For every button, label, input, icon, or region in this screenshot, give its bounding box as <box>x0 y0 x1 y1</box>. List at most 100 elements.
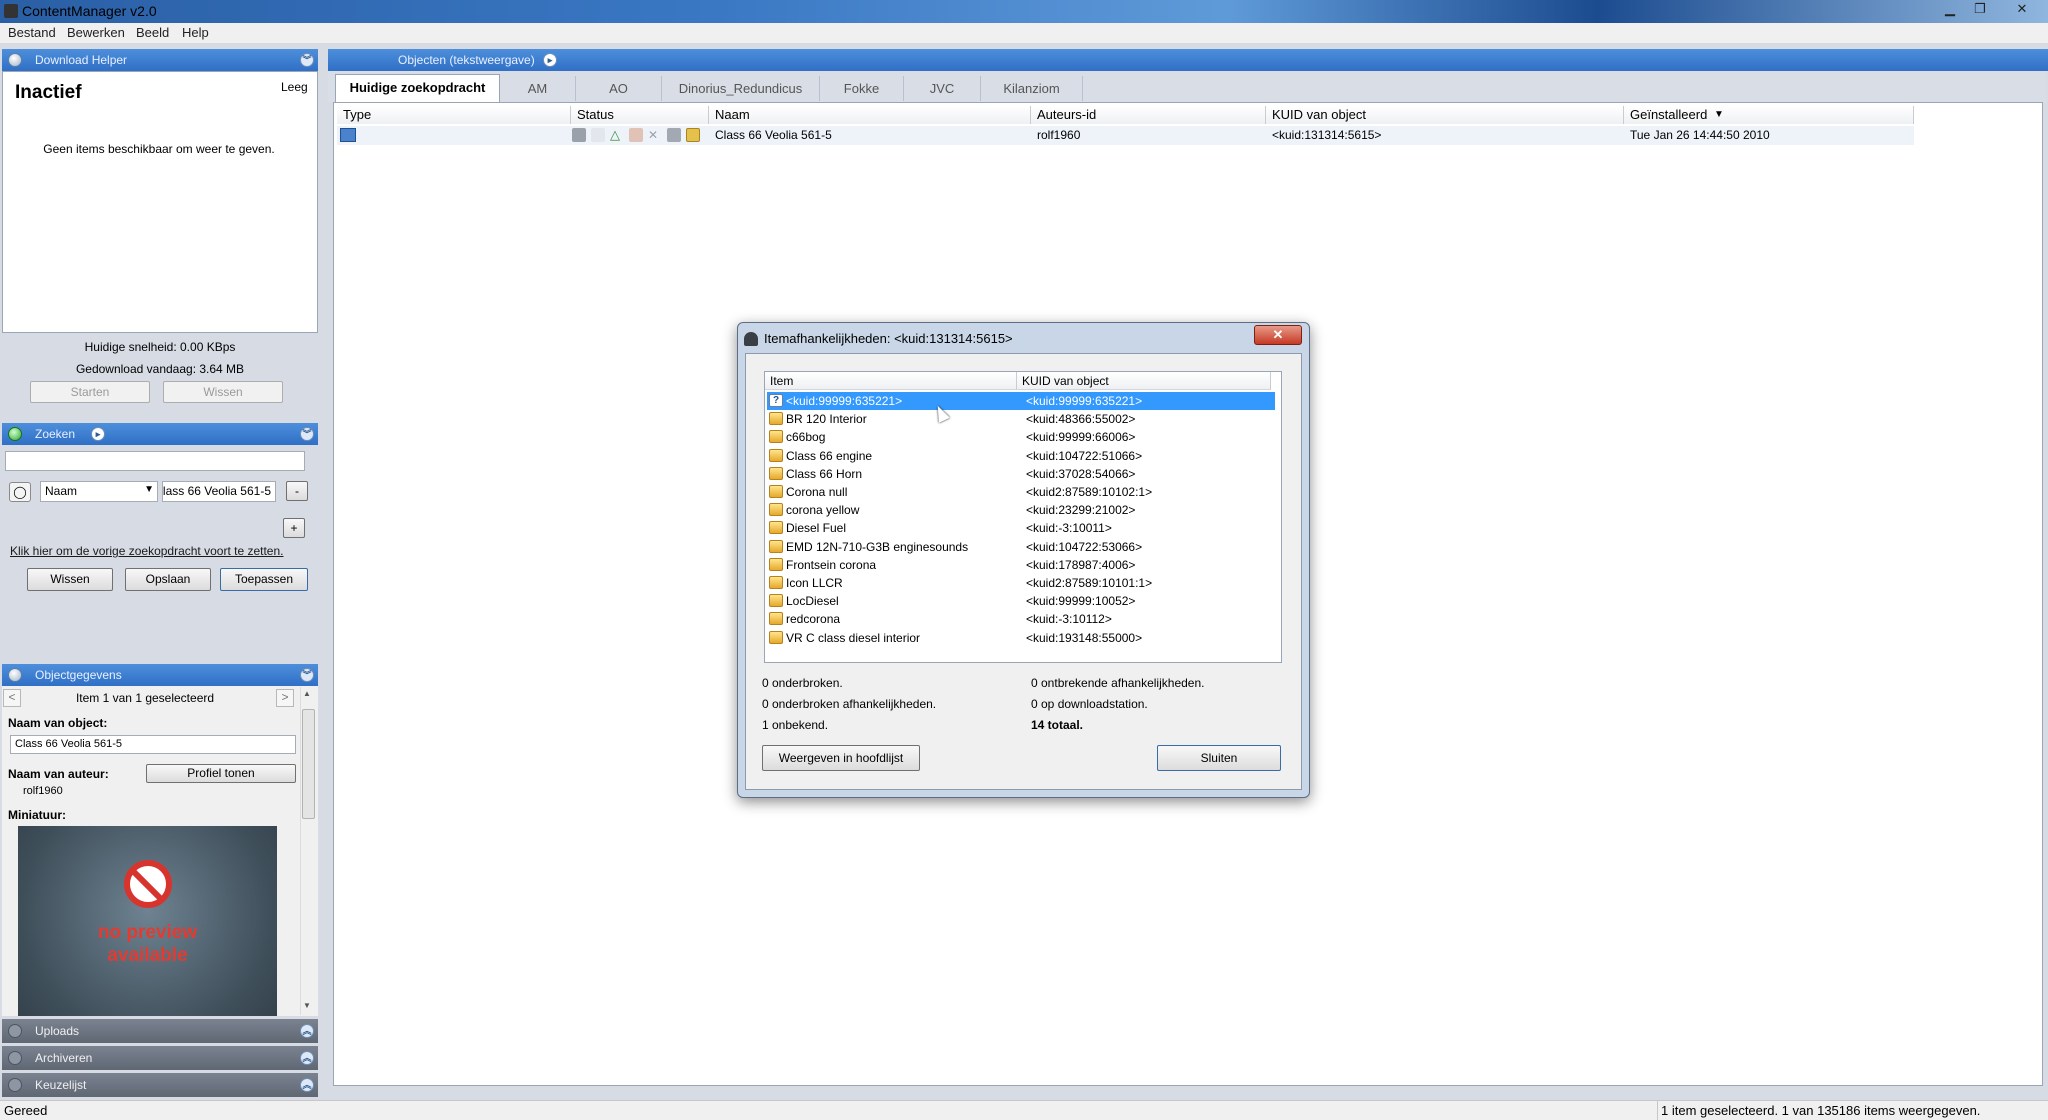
dependencies-dialog: Itemafhankelijkheden: <kuid:131314:5615>… <box>737 322 1310 798</box>
menu-bewerken[interactable]: Bewerken <box>67 25 125 40</box>
scroll-down-icon[interactable]: ▼ <box>303 1001 311 1010</box>
column-name[interactable]: Naam <box>709 106 1031 124</box>
download-speed: Huidige snelheid: 0.00 KBps <box>84 340 236 354</box>
criterion-value-input[interactable]: Class 66 Veolia 561-5 <box>162 481 276 502</box>
dependency-row[interactable]: Class 66 engine <kuid:104722:51066> <box>767 447 1275 465</box>
details-scrollbar[interactable]: ▲ ▼ <box>300 687 316 1015</box>
dependency-row[interactable]: VR C class diesel interior <kuid:193148:5… <box>767 629 1275 647</box>
dependency-row[interactable]: ? <kuid:99999:635221> <kuid:99999:635221> <box>767 392 1275 410</box>
menu-help[interactable]: Help <box>182 25 209 40</box>
play-icon[interactable]: ▸ <box>91 427 105 441</box>
clear-downloads-button[interactable]: Wissen <box>163 381 283 403</box>
dependency-kuid: <kuid:104722:53066> <box>1026 539 1143 554</box>
dependency-kuid: <kuid:-3:10011> <box>1026 521 1112 536</box>
scroll-up-icon[interactable]: ▲ <box>303 689 311 698</box>
archive-panel-header[interactable]: Archiveren ︽ <box>2 1046 318 1070</box>
dependency-item-name: Frontsein corona <box>786 557 877 572</box>
save-search-button[interactable]: Opslaan <box>125 568 211 591</box>
tab-kilanziom[interactable]: Kilanziom <box>981 76 1083 101</box>
play-icon[interactable]: ▸ <box>543 53 557 67</box>
chevron-expand-icon[interactable]: ︽ <box>300 1051 314 1065</box>
asset-folder-icon <box>769 503 783 517</box>
dependency-row[interactable]: Frontsein corona <kuid:178987:4006> <box>767 556 1275 574</box>
column-status[interactable]: Status <box>571 106 709 124</box>
dependency-row[interactable]: Corona null <kuid2:87589:10102:1> <box>767 483 1275 501</box>
search-input[interactable] <box>5 451 305 471</box>
dependency-kuid: <kuid:37028:54066> <box>1026 466 1136 481</box>
column-kuid[interactable]: KUID van object <box>1266 106 1624 124</box>
previous-search-link[interactable]: Klik hier om de vorige zoekopdracht voor… <box>10 544 283 558</box>
status-icons: △ ✕ <box>571 128 703 142</box>
asset-folder-icon <box>769 521 783 535</box>
menu-bestand[interactable]: Bestand <box>8 25 56 40</box>
maximize-button[interactable]: ❐ <box>1966 0 1994 17</box>
asset-folder-icon <box>769 485 783 498</box>
status-divider <box>1657 1101 1658 1120</box>
dependency-kuid: <kuid:99999:66006> <box>1026 430 1136 445</box>
column-type[interactable]: Type <box>337 106 571 124</box>
dependency-item-name: Icon LLCR <box>786 576 843 590</box>
field-select[interactable]: Naam ▼ <box>40 481 158 502</box>
scroll-thumb[interactable] <box>302 709 315 819</box>
picklist-panel-header[interactable]: Keuzelijst ︽ <box>2 1073 318 1097</box>
panel-icon <box>8 668 22 682</box>
column-kuid[interactable]: KUID van object <box>1017 372 1271 390</box>
chevron-expand-icon[interactable]: ︽ <box>300 1024 314 1038</box>
minimize-button[interactable]: ▁ <box>1936 0 1964 17</box>
tab-current-search[interactable]: Huidige zoekopdracht <box>335 74 500 102</box>
prev-item-button[interactable]: < <box>3 689 21 707</box>
tab-fokke[interactable]: Fokke <box>820 76 904 101</box>
object-details-title: Objectgegevens <box>35 668 122 682</box>
tab-ao[interactable]: AO <box>576 76 662 101</box>
dependency-row[interactable]: redcorona <kuid:-3:10112> <box>767 610 1275 628</box>
tab-am[interactable]: AM <box>500 76 576 101</box>
close-dialog-button[interactable]: Sluiten <box>1157 745 1281 771</box>
dependency-row[interactable]: Icon LLCR <kuid2:87589:10101:1> <box>767 574 1275 592</box>
panel-icon <box>8 1078 22 1092</box>
uploads-title: Uploads <box>35 1024 80 1038</box>
dependency-row[interactable]: BR 120 Interior <kuid:48366:55002> <box>767 410 1275 428</box>
column-author-id[interactable]: Auteurs-id <box>1031 106 1266 124</box>
apply-search-button[interactable]: Toepassen <box>220 568 308 591</box>
clear-search-button[interactable]: Wissen <box>27 568 113 591</box>
author-name-label: Naam van auteur: <box>8 767 109 781</box>
clear-list-link[interactable]: Leeg <box>281 80 308 94</box>
item-navigation-label: Item 1 van 1 geselecteerd <box>75 691 215 705</box>
show-in-main-list-button[interactable]: Weergeven in hoofdlijst <box>762 745 920 771</box>
add-criterion-button[interactable]: + <box>283 518 305 538</box>
search-header[interactable]: Zoeken ▸ ︾ <box>2 423 318 445</box>
dependency-item-name: EMD 12N-710-G3B enginesounds <box>786 539 969 554</box>
chevron-expand-icon[interactable]: ︽ <box>300 1078 314 1092</box>
start-button[interactable]: Starten <box>30 381 150 403</box>
object-name-field[interactable]: Class 66 Veolia 561-5 <box>10 735 296 754</box>
remove-criterion-button[interactable]: - <box>286 481 308 501</box>
dependency-row[interactable]: EMD 12N-710-G3B enginesounds <kuid:104722… <box>767 538 1275 556</box>
dependency-row[interactable]: corona yellow <kuid:23299:21002> <box>767 501 1275 519</box>
dialog-close-button[interactable]: ✕ <box>1254 325 1302 345</box>
dependency-row[interactable]: Diesel Fuel <kuid:-3:10011> <box>767 519 1275 537</box>
dependency-row[interactable]: LocDiesel <kuid:99999:10052> <box>767 592 1275 610</box>
dialog-body: Item KUID van object ? <kuid:99999:635221… <box>745 353 1302 790</box>
dependency-item-name: c66bog <box>786 430 826 445</box>
asset-folder-icon <box>769 448 783 462</box>
menu-beeld[interactable]: Beeld <box>136 25 169 40</box>
thumbnail-image: no preview available <box>18 826 277 1016</box>
close-window-button[interactable]: ✕ <box>2008 0 2036 17</box>
download-helper-header[interactable]: Download Helper ︾ <box>2 49 318 71</box>
tab-jvc[interactable]: JVC <box>904 76 981 101</box>
chevron-collapse-icon[interactable]: ︾ <box>300 668 314 682</box>
chevron-collapse-icon[interactable]: ︾ <box>300 427 314 441</box>
chevron-collapse-icon[interactable]: ︾ <box>300 53 314 67</box>
dependency-row[interactable]: Class 66 Horn <kuid:37028:54066> <box>767 465 1275 483</box>
dependency-row[interactable]: c66bog <kuid:99999:66006> <box>767 428 1275 446</box>
object-details-header[interactable]: Objectgegevens ︾ <box>2 664 318 686</box>
next-item-button[interactable]: > <box>276 689 294 707</box>
stat-broken-deps: 0 onderbroken afhankelijkheden. <box>762 697 937 711</box>
show-profile-button[interactable]: Profiel tonen <box>146 764 296 783</box>
criterion-toggle-icon[interactable]: ◯ <box>9 482 31 502</box>
status-archived-icon <box>667 128 681 142</box>
uploads-panel-header[interactable]: Uploads ︽ <box>2 1019 318 1043</box>
column-installed[interactable]: Geïnstalleerd ▼ <box>1624 106 1914 124</box>
column-item[interactable]: Item <box>765 372 1017 390</box>
tab-dinorius-redundicus[interactable]: Dinorius_Redundicus <box>662 76 820 101</box>
